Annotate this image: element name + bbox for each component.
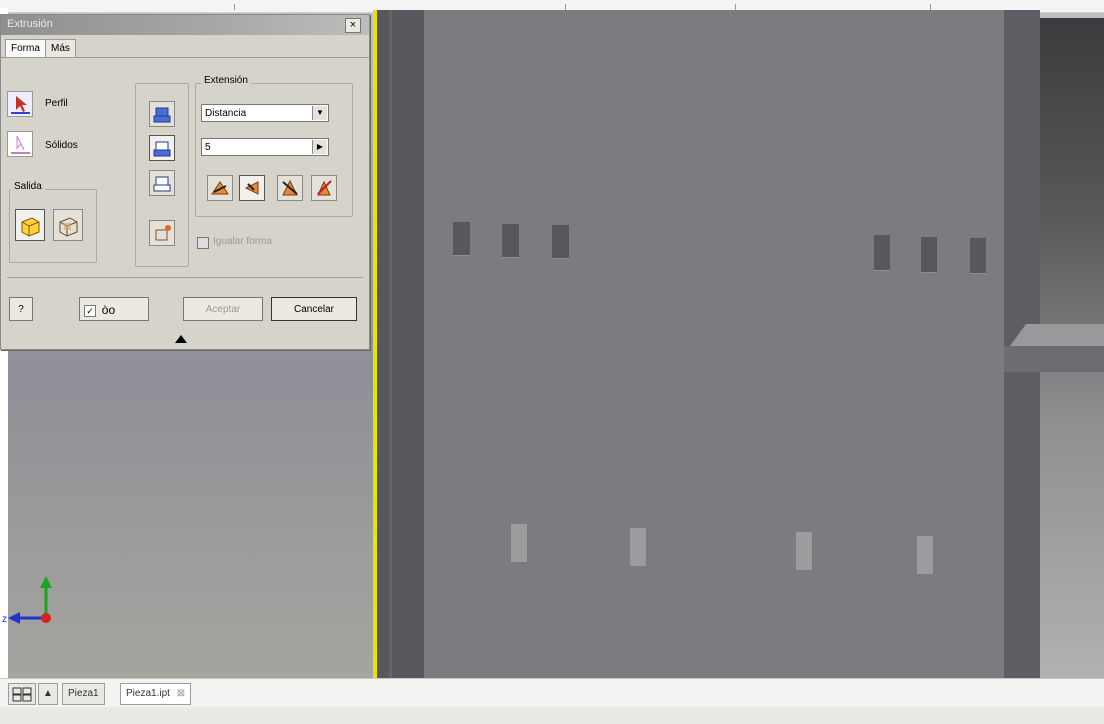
chevron-right-icon[interactable]: ▶ <box>312 140 327 154</box>
solids-label: Sólidos <box>45 140 78 151</box>
direction-2-icon <box>244 181 259 195</box>
help-icon: ? <box>18 304 24 315</box>
output-solid-button[interactable] <box>15 209 45 241</box>
ok-button[interactable]: Aceptar <box>183 297 263 321</box>
slot-cutout[interactable] <box>921 237 937 273</box>
preview-glasses-icon: òo <box>101 303 116 317</box>
collapse-arrow-icon[interactable] <box>175 335 187 343</box>
direction-2-button[interactable] <box>239 175 265 201</box>
cursor-arrow-icon <box>11 96 30 114</box>
tab-protrusion[interactable] <box>630 528 647 566</box>
dialog-separator <box>7 277 363 278</box>
y-axis-arrow-icon <box>40 576 52 588</box>
extension-type-dropdown[interactable]: Distancia ▼ <box>201 104 329 122</box>
slot-cutout[interactable] <box>874 235 890 271</box>
join-icon <box>153 107 171 123</box>
preview-checkbox[interactable]: ✓ <box>84 305 96 318</box>
status-bar: ▲ Pieza1 Pieza1.ipt ⊠ <box>0 678 1104 724</box>
solid-body-icon <box>21 217 40 237</box>
tab-protrusion[interactable] <box>796 532 813 570</box>
cut-icon <box>153 141 171 157</box>
distance-value: 5 <box>205 142 211 153</box>
slot-cutout[interactable] <box>970 238 986 274</box>
asymmetric-icon <box>317 180 332 196</box>
profile-label: Perfil <box>45 98 68 109</box>
tab-mas[interactable]: Más <box>45 39 76 58</box>
grid-icon[interactable] <box>8 683 36 705</box>
tab-divider <box>1 57 369 58</box>
document-tab-pieza1[interactable]: Pieza1 <box>62 683 105 705</box>
dialog-close-button[interactable]: × <box>345 18 361 33</box>
tab-protrusion[interactable] <box>917 536 934 574</box>
solids-select-button[interactable] <box>7 131 33 157</box>
tab-protrusion[interactable] <box>511 524 528 562</box>
direction-1-button[interactable] <box>207 175 233 201</box>
join-button[interactable] <box>149 101 175 127</box>
slot-cutout[interactable] <box>552 225 569 259</box>
output-group-title: Salida <box>11 181 45 192</box>
solid-select-icon <box>11 135 30 154</box>
intersect-button[interactable] <box>149 170 175 196</box>
cut-button[interactable] <box>149 135 175 161</box>
symmetric-icon <box>282 179 298 196</box>
direction-1-icon <box>211 181 229 195</box>
dialog-title-bar[interactable]: Extrusión × <box>1 15 369 35</box>
extrude-dialog: Extrusión × Forma Más Perfil Sólidos Sal… <box>0 14 370 350</box>
new-solid-icon <box>155 225 171 241</box>
x-axis-dot-icon <box>41 613 51 623</box>
surface-body-icon <box>59 217 78 237</box>
z-axis-letter: z <box>2 614 7 625</box>
z-axis-arrow-icon <box>8 612 20 624</box>
document-tab-pieza1-ipt[interactable]: Pieza1.ipt ⊠ <box>120 683 192 705</box>
slot-cutout[interactable] <box>502 224 519 258</box>
extension-group-title: Extensión <box>201 75 251 86</box>
output-surface-button[interactable] <box>53 209 83 241</box>
tile-windows-icon <box>12 687 32 702</box>
tab-forma[interactable]: Forma <box>5 39 46 58</box>
match-shape-checkbox[interactable] <box>197 237 209 249</box>
match-shape-label: Igualar forma <box>213 236 272 247</box>
shelf-side-face[interactable] <box>1004 346 1104 372</box>
model-edge-line <box>389 10 392 678</box>
symmetric-button[interactable] <box>277 175 303 201</box>
new-body-button[interactable] <box>149 220 175 246</box>
chevron-down-icon[interactable]: ▼ <box>312 106 327 120</box>
ruler-tick <box>234 4 235 10</box>
asymmetric-button[interactable] <box>311 175 337 201</box>
status-strip <box>0 707 1104 724</box>
help-button[interactable]: ? <box>9 297 33 321</box>
intersect-icon <box>153 176 171 192</box>
close-icon[interactable]: ⊠ <box>177 688 185 699</box>
slot-cutout[interactable] <box>453 222 470 256</box>
inventor-window: z Extrusión × Forma Más Perfil Sólidos S <box>0 0 1104 724</box>
highlighted-edge[interactable] <box>373 10 377 678</box>
profile-select-button[interactable] <box>7 91 33 117</box>
preview-toggle[interactable]: ✓ òo <box>79 297 149 321</box>
cancel-button[interactable]: Cancelar <box>271 297 357 321</box>
model-front-face[interactable] <box>424 10 1004 678</box>
model-side-wall-left[interactable] <box>377 10 424 678</box>
axis-triad: z <box>2 576 52 625</box>
document-tab-label: Pieza1.ipt <box>126 688 170 699</box>
extension-type-value: Distancia <box>205 108 247 119</box>
dialog-title: Extrusión <box>7 18 53 30</box>
distance-input[interactable]: 5 ▶ <box>201 138 329 156</box>
tab-scroll-up-icon[interactable]: ▲ <box>38 683 58 705</box>
